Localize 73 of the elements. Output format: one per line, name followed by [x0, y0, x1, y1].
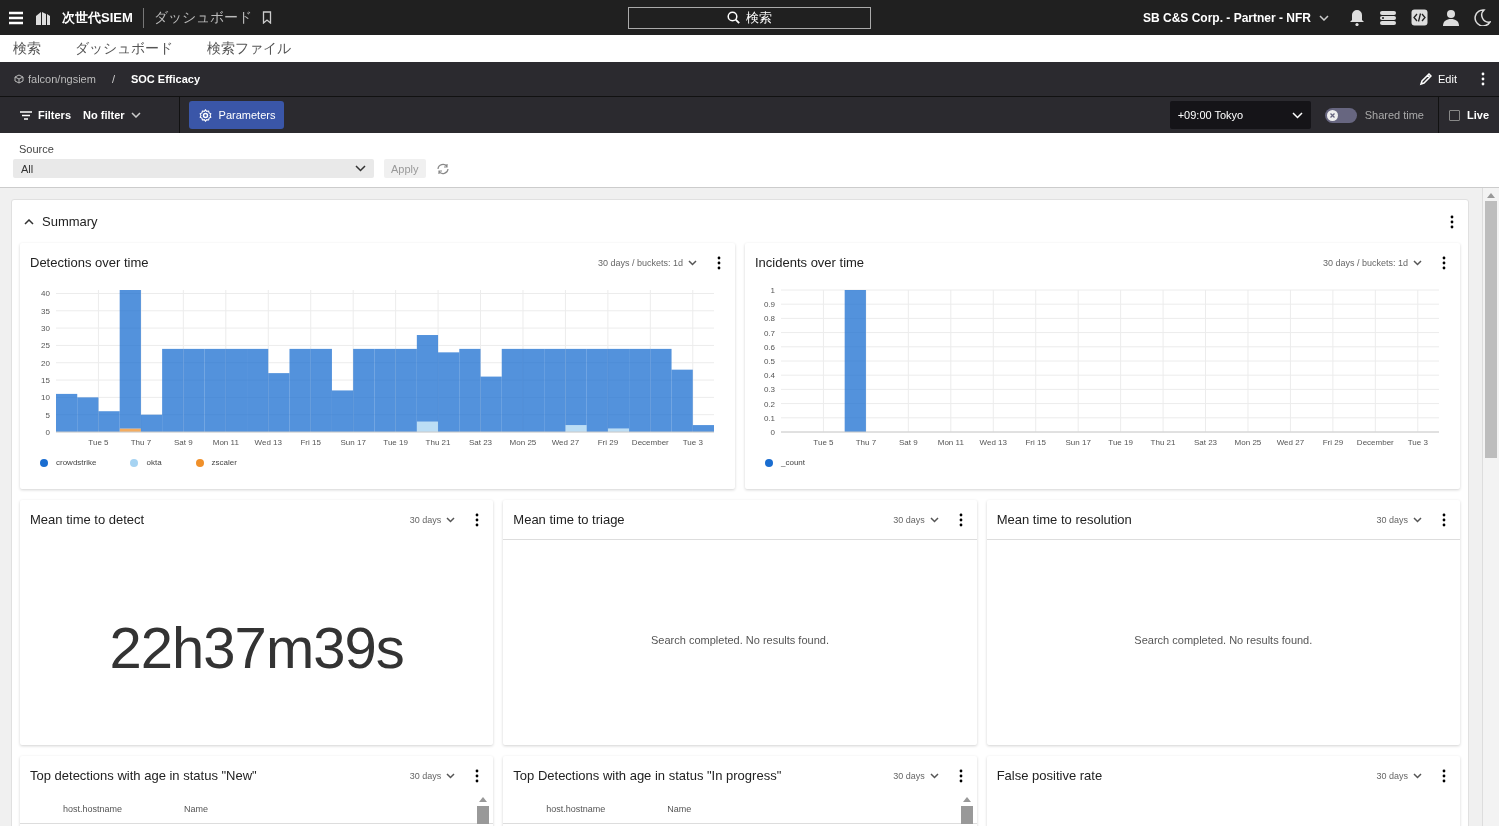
- widget-title: Mean time to detect: [30, 512, 145, 527]
- axis-label: Fri 15: [300, 438, 321, 447]
- axis-label: Wed 13: [254, 438, 282, 447]
- widget-title: False positive rate: [996, 768, 1103, 783]
- axis-label: Sun 17: [340, 438, 366, 447]
- axis-label: Tue 19: [383, 438, 408, 447]
- section-title: Summary: [42, 214, 98, 229]
- axis-label: Mon 11: [937, 438, 964, 447]
- widget-title: Top Detections with age in status "In progress": [513, 768, 782, 783]
- breadcrumb-separator: /: [111, 73, 115, 85]
- axis-label: Mon 25: [1234, 438, 1262, 447]
- axis-label: 0.7: [763, 328, 775, 338]
- empty-message: Search completed. No results found.: [650, 632, 830, 648]
- axis-label: December: [1356, 438, 1394, 447]
- axis-label: 0.5: [763, 357, 775, 366]
- app-name: 次世代SIEM: [62, 8, 133, 27]
- axis-label: Wed 13: [979, 438, 1007, 447]
- axis-label: Fri 29: [597, 438, 619, 447]
- axis-label: 0.2: [763, 399, 775, 409]
- axis-label: Mon 11: [212, 438, 239, 447]
- axis-label: Sun 17: [1065, 438, 1091, 447]
- metric-value: 22h37m39s: [108, 613, 405, 682]
- dashboard-title: SOC Efficacy: [130, 73, 201, 85]
- axis-label: Tue 19: [1108, 438, 1133, 447]
- axis-label: Tue 3: [1407, 438, 1428, 447]
- shared-time-label: Shared time: [1364, 109, 1424, 121]
- axis-label: December: [631, 438, 669, 447]
- axis-label: 0: [770, 428, 775, 437]
- axis-label: Thu 7: [855, 438, 877, 447]
- axis-label: Fri 29: [1322, 438, 1344, 447]
- legend-label: crowdstrike: [56, 458, 97, 467]
- axis-label: 40: [41, 289, 50, 299]
- axis-label: Sat 23: [1193, 438, 1218, 447]
- axis-label: 5: [45, 410, 50, 420]
- axis-label: 0.3: [763, 385, 775, 395]
- axis-label: Sat 23: [468, 438, 493, 447]
- axis-label: Wed 27: [551, 438, 580, 447]
- axis-label: Tue 3: [682, 438, 703, 447]
- axis-label: Thu 7: [130, 438, 152, 447]
- widget-title: Top detections with age in status "New": [30, 768, 257, 783]
- axis-label: 0.4: [763, 371, 775, 381]
- axis-label: Sat 9: [899, 438, 918, 447]
- legend-label: zscaler: [211, 458, 237, 467]
- widget-title: Mean time to triage: [513, 512, 625, 527]
- axis-label: 0.8: [763, 314, 775, 324]
- axis-label: Sat 9: [174, 438, 193, 447]
- axis-label: Wed 27: [1276, 438, 1305, 447]
- axis-label: Tue 5: [813, 438, 834, 447]
- empty-message: Search completed. No results found.: [1133, 632, 1314, 648]
- axis-label: 35: [41, 306, 50, 316]
- page-title: ダッシュボード: [153, 8, 252, 27]
- axis-label: 0.1: [763, 413, 775, 423]
- source-label: Source: [19, 143, 55, 155]
- widget-title: Detections over time: [30, 255, 149, 270]
- axis-label: 30: [41, 324, 50, 334]
- legend-label: _count: [781, 458, 806, 467]
- axis-label: 10: [41, 393, 50, 403]
- axis-label: 0.6: [763, 342, 775, 352]
- axis-label: 20: [41, 358, 50, 368]
- axis-label: 1: [770, 286, 775, 295]
- live-label: Live: [1467, 109, 1489, 121]
- axis-label: Thu 21: [425, 438, 451, 447]
- axis-label: Fri 15: [1025, 438, 1046, 447]
- axis-label: 0: [45, 428, 50, 437]
- axis-label: 25: [41, 341, 50, 351]
- widget-title: Incidents over time: [755, 255, 865, 270]
- axis-label: Tue 5: [88, 438, 109, 447]
- axis-label: 15: [41, 376, 50, 386]
- axis-label: Mon 25: [509, 438, 537, 447]
- axis-label: Thu 21: [1150, 438, 1176, 447]
- widget-title: Mean time to resolution: [996, 512, 1132, 527]
- legend-label: okta: [146, 458, 162, 467]
- axis-label: 0.9: [763, 300, 775, 310]
